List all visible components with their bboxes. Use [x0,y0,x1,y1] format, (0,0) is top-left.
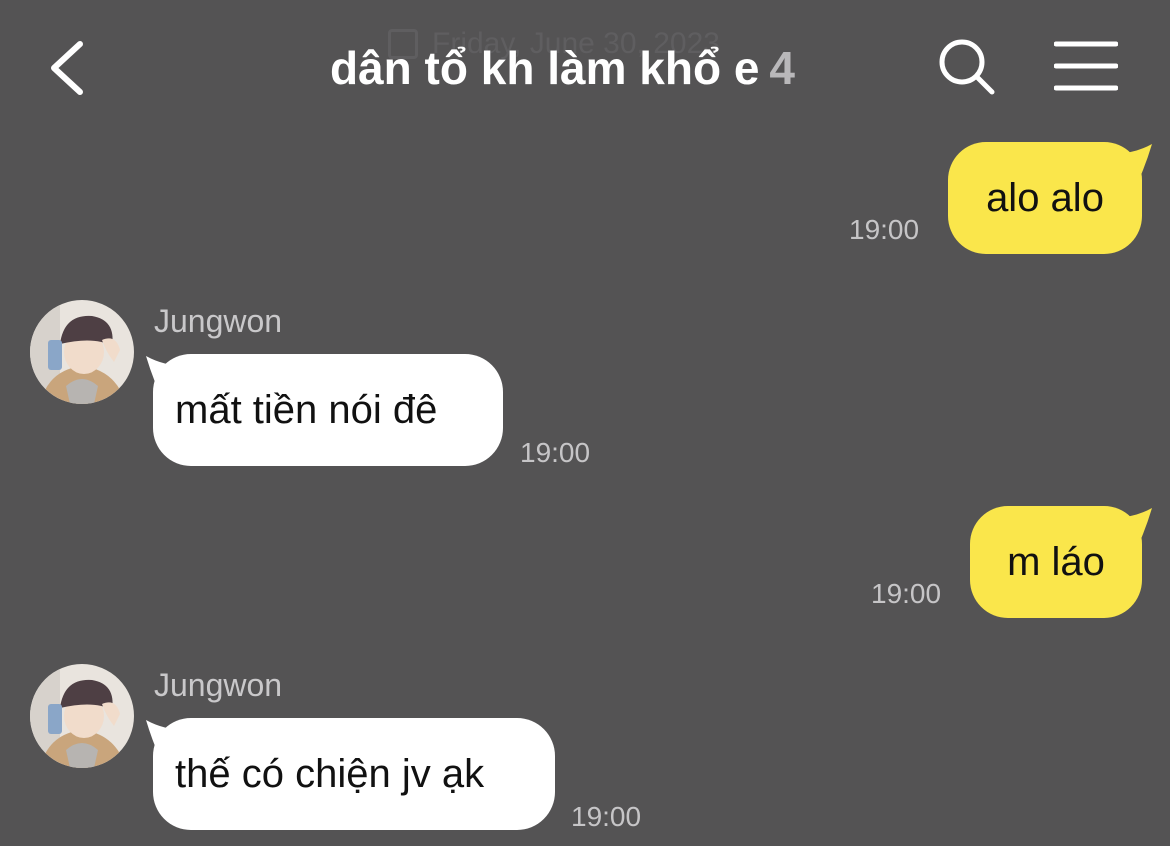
message-time: 19:00 [571,801,642,832]
hamburger-menu-icon [1053,41,1119,91]
message-time: 19:00 [520,437,591,468]
chat-title-text: dân tổ kh làm khổ e [330,42,760,94]
back-button[interactable] [40,36,100,100]
chat-header: dân tổ kh làm khổ e4 [0,0,1170,130]
message-time: 19:00 [871,578,942,609]
member-count: 4 [769,42,796,94]
message-time: 19:00 [849,214,920,245]
message-text: thế có chiện jv ạk [175,752,485,796]
sender-name: Jungwon [154,303,283,339]
avatar[interactable] [30,664,134,768]
message-bubble-mine[interactable]: m láo [970,506,1142,618]
avatar[interactable] [30,300,134,404]
search-button[interactable] [936,36,998,98]
message-text: m láo [1007,540,1105,584]
avatar-photo [30,300,134,404]
menu-button[interactable] [1053,40,1119,92]
chat-title: dân tổ kh làm khổ e4 [330,38,795,98]
search-icon [939,39,995,95]
message-text: mất tiền nói đê [175,388,438,432]
chevron-left-icon [51,41,83,95]
message-bubble-theirs[interactable]: thế có chiện jv ạk [153,718,555,830]
message-bubble-theirs[interactable]: mất tiền nói đê [153,354,503,466]
message-bubble-mine[interactable]: alo alo [948,142,1142,254]
sender-name: Jungwon [154,667,283,703]
avatar-photo [30,664,134,768]
message-text: alo alo [986,176,1104,220]
